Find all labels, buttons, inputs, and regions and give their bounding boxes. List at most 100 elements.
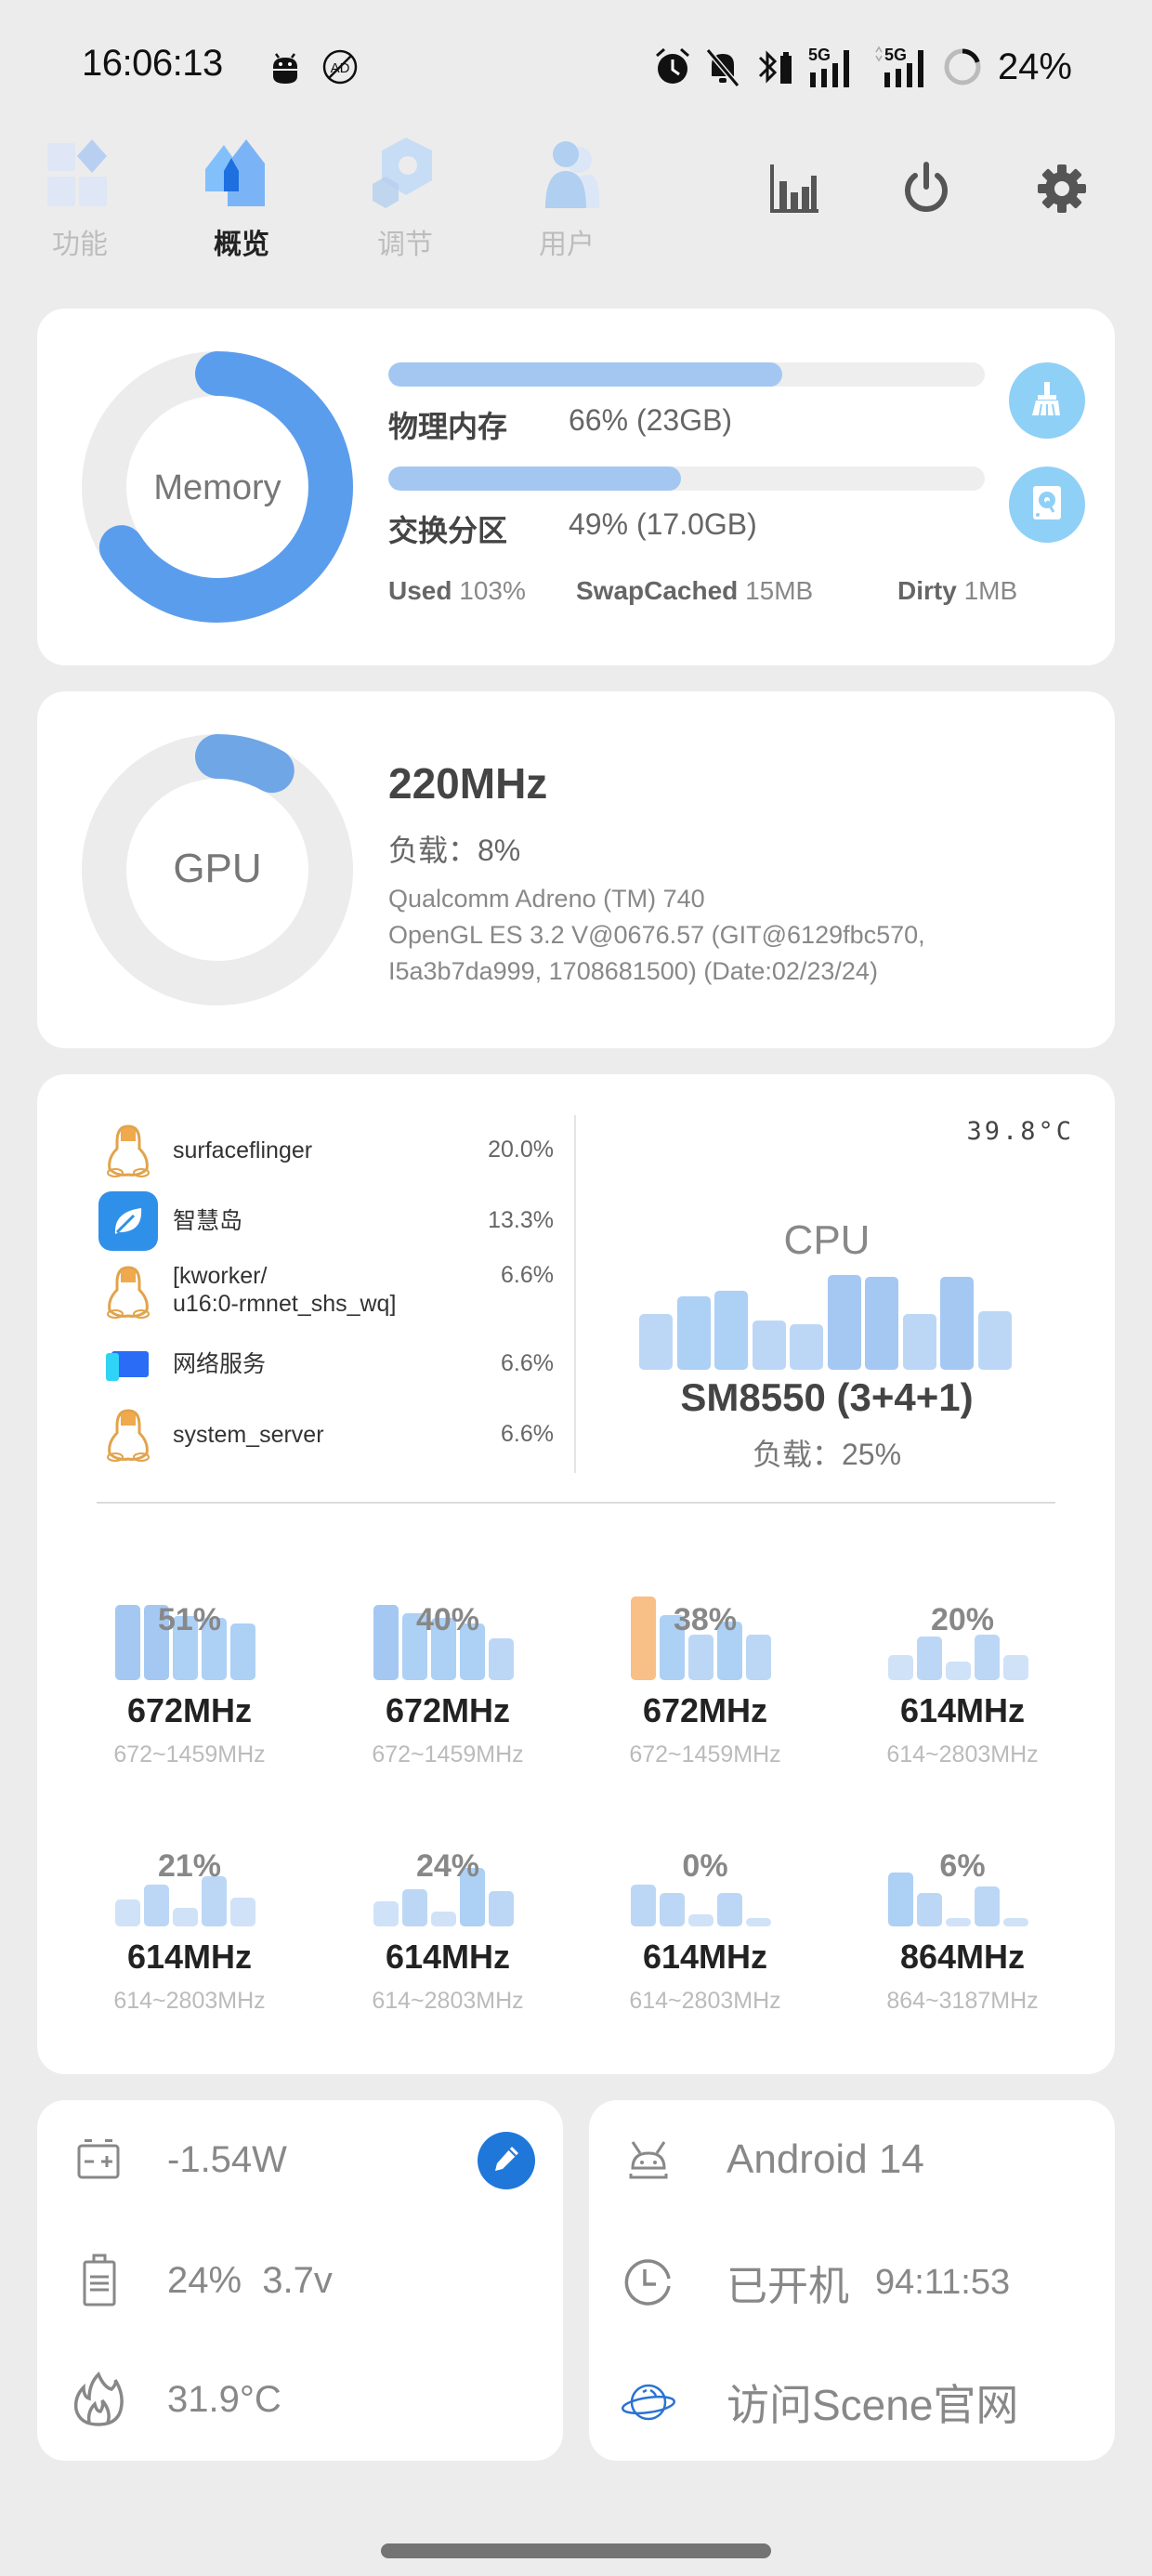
edit-button[interactable]: [478, 2132, 535, 2189]
top-navigation: 功能 概览 调节 用户: [0, 130, 1152, 269]
website-link[interactable]: 访问Scene官网: [621, 2372, 1018, 2433]
swap-label: 交换分区: [388, 514, 508, 547]
cpu-history-bar: [752, 1321, 786, 1370]
tab-label: 概览: [214, 230, 269, 260]
battery-level-voltage: 24% 3.7v: [167, 2259, 333, 2301]
battery-icon: [71, 2253, 126, 2308]
android-version-row: Android 14: [621, 2132, 924, 2188]
swap-bar: [388, 467, 985, 491]
cpu-history-bar: [865, 1276, 898, 1370]
process-row[interactable]: 网络服务 6.6%: [98, 1334, 554, 1394]
gpu-load: 负载：8%: [388, 834, 521, 867]
core-history-bar: [975, 1886, 1000, 1926]
linux-penguin-icon: [98, 1121, 158, 1180]
cpu-history-bar: [639, 1313, 673, 1370]
battery-percent: 24%: [997, 46, 1072, 87]
process-row[interactable]: surfaceflinger 20.0%: [98, 1121, 554, 1180]
physical-memory-bar-fill: [388, 362, 782, 387]
cpu-core-tile: 21% 614MHz 614~2803MHz: [93, 1817, 307, 2031]
core-history-bar: [402, 1888, 427, 1926]
linux-penguin-icon: [98, 1262, 158, 1321]
core-load-percent: 40%: [415, 1602, 480, 1637]
mute-bell-icon: [704, 46, 741, 87]
tab-overview[interactable]: 概览: [186, 136, 297, 266]
network-service-icon: [98, 1334, 158, 1394]
core-history-bar: [888, 1655, 913, 1680]
core-frequency-range: 864~3187MHz: [886, 1988, 1039, 2014]
tab-user[interactable]: 用户: [511, 136, 622, 266]
alarm-icon: [654, 46, 691, 87]
core-frequency: 672MHz: [126, 1691, 253, 1729]
process-row[interactable]: system_server 6.6%: [98, 1405, 554, 1465]
cpu-label: CPU: [783, 1217, 871, 1263]
swap-settings-button[interactable]: [1009, 467, 1085, 543]
core-history-bar: [373, 1901, 399, 1926]
leaf-app-icon: [98, 1191, 158, 1251]
core-frequency-range: 614~2803MHz: [886, 1741, 1039, 1768]
linux-penguin-icon: [98, 1405, 158, 1465]
process-row[interactable]: [kworker/ u16:0-rmnet_shs_wq] 6.6%: [98, 1262, 554, 1321]
core-history-bar: [115, 1899, 140, 1926]
core-history-bar: [1003, 1918, 1028, 1926]
swap-value: 49% (17.0GB): [569, 507, 757, 541]
settings-icon: [1036, 163, 1088, 219]
core-history-bar: [688, 1914, 713, 1926]
bluetooth-battery-icon: [754, 46, 795, 87]
uptime-value: 94:11:53: [875, 2262, 1011, 2302]
chart-button[interactable]: [762, 158, 827, 223]
cpu-core-tile: 40% 672MHz 672~1459MHz: [351, 1571, 565, 1784]
horizontal-divider: [97, 1502, 1055, 1504]
battery-temperature-row: 31.9°C: [71, 2371, 281, 2427]
core-history-bar: [173, 1908, 198, 1926]
gpu-info-line: I5a3b7da999, 1708681500) (Date:02/23/24): [388, 957, 878, 985]
cpu-core-tile: 6% 864MHz 864~3187MHz: [866, 1817, 1080, 2031]
core-load-percent: 24%: [415, 1848, 480, 1884]
vertical-divider: [574, 1115, 576, 1473]
tab-label: 用户: [539, 230, 595, 260]
process-row[interactable]: 智慧岛 13.3%: [98, 1191, 554, 1251]
5g-signal-icon: 5G: [808, 45, 860, 89]
core-history-bar: [946, 1918, 971, 1926]
core-history-bar: [144, 1885, 169, 1926]
clean-memory-button[interactable]: [1009, 362, 1085, 439]
gpu-info: Qualcomm Adreno (TM) 740 OpenGL ES 3.2 V…: [388, 881, 925, 990]
tab-label: 调节: [377, 230, 433, 260]
feature-blocks-icon: [38, 136, 122, 210]
home-indicator[interactable]: [381, 2543, 771, 2558]
svg-text:5G: 5G: [884, 46, 907, 64]
core-history-bar: [489, 1891, 514, 1926]
cpu-temperature: 39.8°C: [966, 1117, 1074, 1146]
process-name: system_server: [173, 1422, 324, 1448]
memory-donut-label: Memory: [153, 468, 281, 507]
process-name: surfaceflinger: [173, 1137, 313, 1163]
core-frequency: 614MHz: [642, 1938, 768, 1976]
physical-memory-label: 物理内存: [388, 410, 508, 443]
core-frequency-range: 614~2803MHz: [113, 1988, 266, 2014]
core-history-bar: [975, 1634, 1000, 1680]
tab-tune[interactable]: 调节: [349, 136, 461, 266]
status-time: 16:06:13: [82, 43, 223, 84]
core-frequency-range: 672~1459MHz: [113, 1741, 266, 1768]
cpu-history-chart: [639, 1268, 1012, 1370]
core-history-bar: [746, 1634, 771, 1680]
cpu-history-bar: [827, 1274, 861, 1370]
core-load-percent: 51%: [157, 1602, 222, 1637]
status-bar: 16:06:13 AD 5G 5G 24%: [0, 0, 1152, 139]
core-load-percent: 38%: [673, 1602, 738, 1637]
gpu-donut-label: GPU: [173, 846, 262, 891]
process-percent: 6.6%: [501, 1262, 554, 1288]
tab-features[interactable]: 功能: [24, 136, 136, 266]
clock-icon: [621, 2254, 676, 2310]
settings-button[interactable]: [1029, 158, 1094, 223]
core-history-bar: [1003, 1655, 1028, 1680]
uptime-label: 已开机: [727, 2264, 849, 2309]
svg-text:5G: 5G: [808, 46, 831, 64]
swap-bar-fill: [388, 467, 681, 491]
hard-disk-icon: [1031, 484, 1063, 526]
android-icon: [621, 2132, 676, 2188]
website-link-label[interactable]: 访问Scene官网: [727, 2372, 1018, 2433]
user-icon: [525, 136, 609, 210]
process-name: 智慧岛: [173, 1208, 243, 1234]
home-icon: [200, 136, 283, 210]
power-button[interactable]: [894, 158, 959, 223]
